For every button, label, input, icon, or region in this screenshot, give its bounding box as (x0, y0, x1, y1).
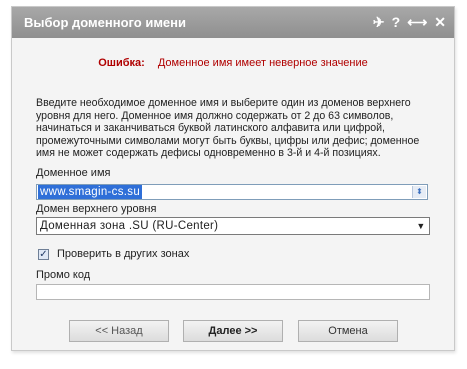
error-message: Ошибка: Доменное имя имеет неверное знач… (12, 57, 454, 69)
domain-dialog: Выбор доменного имени ✈ ? ⟷ ✕ Ошибка: До… (11, 6, 455, 351)
spin-icon[interactable]: ⬍ (412, 186, 426, 198)
domain-label: Доменное имя (36, 167, 111, 179)
promo-code-input[interactable] (36, 284, 430, 300)
title-bar: Выбор доменного имени ✈ ? ⟷ ✕ (12, 7, 454, 38)
cancel-button[interactable]: Отмена (298, 320, 398, 342)
promo-label: Промо код (36, 269, 91, 281)
help-icon[interactable]: ? (392, 14, 401, 30)
pin-icon[interactable]: ✈ (373, 14, 385, 30)
close-icon[interactable]: ✕ (434, 14, 446, 30)
tld-selected-value: Доменная зона .SU (RU-Center) (40, 220, 219, 232)
check-other-zones-label[interactable]: Проверить в других зонах (57, 248, 189, 260)
check-other-zones-checkbox[interactable]: ✓ (38, 249, 49, 260)
maximize-icon[interactable]: ⟷ (407, 14, 427, 30)
error-label: Ошибка: (98, 57, 145, 69)
error-text: Доменное имя имеет неверное значение (157, 57, 368, 69)
title-controls: ✈ ? ⟷ ✕ (373, 14, 446, 30)
domain-input[interactable]: www.smagin-cs.su ⬍ (36, 184, 428, 200)
domain-input-value[interactable]: www.smagin-cs.su (38, 185, 143, 199)
chevron-down-icon[interactable]: ▼ (414, 219, 428, 233)
tld-label: Домен верхнего уровня (36, 203, 157, 215)
next-button[interactable]: Далее >> (183, 320, 283, 342)
tld-select[interactable]: Доменная зона .SU (RU-Center) ▼ (36, 217, 430, 235)
instructions-text: Введите необходимое доменное имя и выбер… (36, 97, 420, 159)
dialog-title: Выбор доменного имени (24, 15, 187, 30)
back-button[interactable]: << Назад (69, 320, 169, 342)
